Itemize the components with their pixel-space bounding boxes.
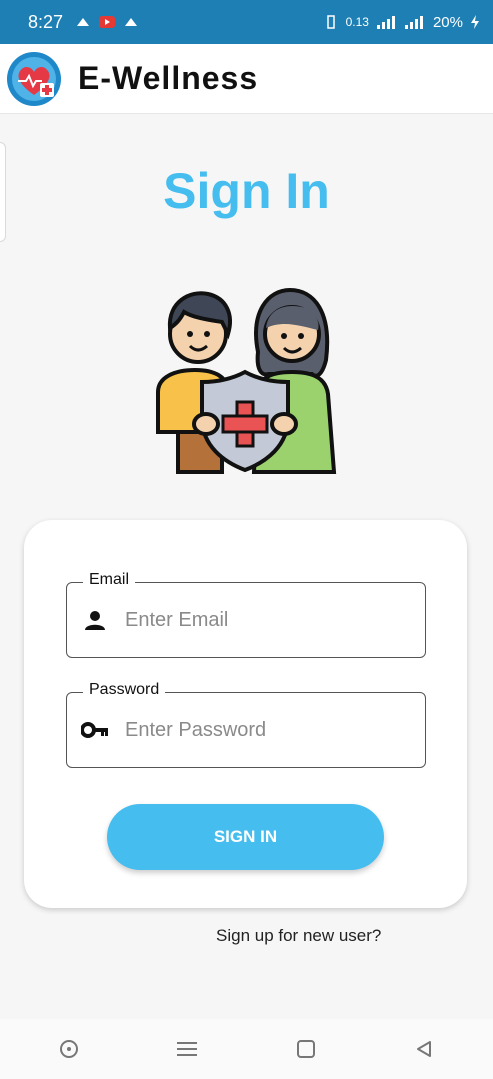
network-speed-value: 0.13 bbox=[345, 15, 369, 29]
password-label: Password bbox=[83, 681, 166, 699]
home-square-icon[interactable] bbox=[291, 1034, 321, 1064]
app-logo bbox=[6, 51, 62, 107]
email-field[interactable]: Email bbox=[66, 571, 426, 658]
family-health-shield-illustration bbox=[156, 287, 337, 474]
circle-icon[interactable] bbox=[54, 1034, 84, 1064]
page-title: Sign In bbox=[163, 163, 330, 219]
sign-up-link[interactable]: Sign up for new user? bbox=[216, 926, 381, 946]
status-time: 8:27 bbox=[28, 11, 64, 32]
cloud-icon bbox=[77, 18, 90, 26]
system-nav-bar bbox=[0, 1019, 493, 1079]
menu-icon[interactable] bbox=[172, 1034, 202, 1064]
sign-in-card: Email Password SIGN IN bbox=[24, 520, 467, 908]
password-input[interactable] bbox=[125, 718, 385, 742]
key-icon bbox=[81, 716, 109, 744]
signal-icon bbox=[376, 16, 395, 29]
person-icon bbox=[81, 606, 109, 634]
heart-medical-icon bbox=[7, 51, 61, 106]
status-right: 0.13 20% bbox=[324, 14, 479, 31]
back-triangle-icon[interactable] bbox=[409, 1034, 439, 1064]
app-title: E-Wellness bbox=[78, 60, 259, 96]
cloud-icon-2 bbox=[125, 18, 138, 26]
network-speed: 0.13 bbox=[346, 15, 369, 29]
email-label: Email bbox=[83, 571, 136, 589]
app-bar: E-Wellness bbox=[0, 44, 493, 114]
youtube-icon bbox=[99, 16, 116, 28]
charging-icon bbox=[471, 15, 479, 29]
sign-in-button[interactable]: SIGN IN bbox=[107, 804, 384, 870]
email-input[interactable] bbox=[125, 608, 385, 632]
notification-icons bbox=[75, 16, 139, 28]
vibrate-icon bbox=[326, 15, 335, 29]
password-field[interactable]: Password bbox=[66, 681, 426, 768]
status-bar: 8:27 0.13 20% bbox=[0, 0, 493, 44]
signal-icon-2 bbox=[404, 16, 423, 29]
battery-level: 20% bbox=[432, 13, 463, 31]
